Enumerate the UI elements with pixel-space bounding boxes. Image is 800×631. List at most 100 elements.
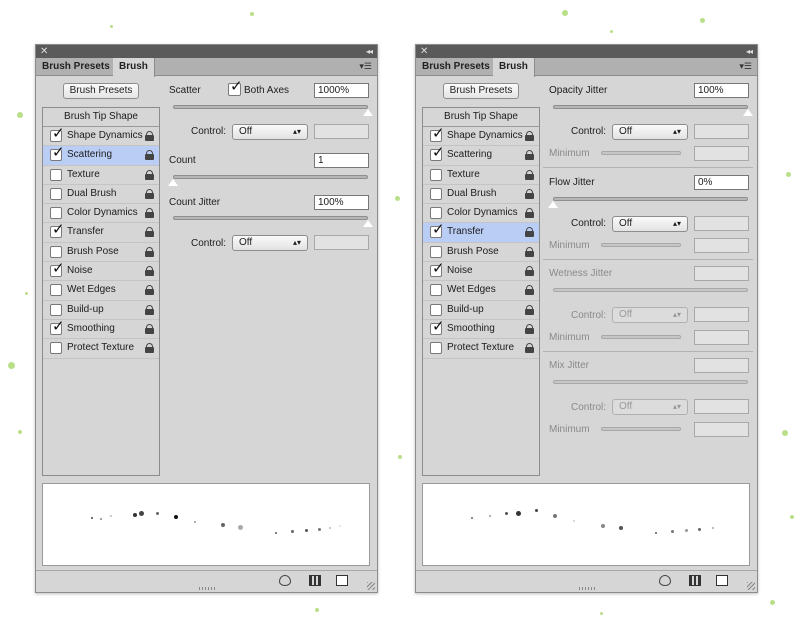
toggle-preview-icon[interactable] — [659, 575, 671, 586]
toggle-preview-icon[interactable] — [279, 575, 291, 586]
list-item[interactable]: Wet Edges — [43, 281, 159, 301]
count-input[interactable]: 1 — [314, 153, 369, 168]
grid-icon[interactable] — [689, 575, 701, 586]
enable-checkbox[interactable]: ✓ — [50, 222, 65, 239]
lock-icon[interactable] — [145, 266, 154, 277]
enable-checkbox[interactable] — [430, 207, 442, 220]
lock-icon[interactable] — [525, 323, 534, 334]
lock-icon[interactable] — [145, 227, 154, 238]
count-jitter-slider[interactable] — [173, 216, 368, 220]
panel-menu-icon[interactable]: ▾☰ — [739, 61, 752, 72]
tab-brush-presets[interactable]: Brush Presets — [416, 58, 497, 76]
opacity-jitter-slider[interactable] — [553, 105, 748, 109]
tab-brush-presets[interactable]: Brush Presets — [36, 58, 117, 76]
collapse-icon[interactable]: ◂◂ — [746, 45, 753, 58]
list-item[interactable]: Protect Texture — [43, 339, 159, 359]
flow-control-dropdown[interactable]: Off ▴▾ — [612, 216, 688, 232]
lock-icon[interactable] — [145, 208, 154, 219]
list-item[interactable]: Texture — [423, 166, 539, 185]
lock-icon[interactable] — [145, 188, 154, 199]
list-item[interactable]: ✓ Noise — [43, 261, 159, 282]
flow-jitter-slider-thumb[interactable] — [547, 200, 559, 209]
list-item[interactable]: Dual Brush — [43, 185, 159, 205]
enable-checkbox[interactable]: ✓ — [50, 145, 65, 162]
enable-checkbox[interactable]: ✓ — [430, 222, 445, 239]
lock-icon[interactable] — [525, 131, 534, 141]
brush-presets-button[interactable]: Brush Presets — [63, 83, 139, 99]
enable-checkbox[interactable] — [50, 342, 62, 355]
lock-icon[interactable] — [525, 285, 534, 296]
flow-jitter-input[interactable]: 0% — [694, 175, 749, 190]
lock-icon[interactable] — [145, 304, 154, 315]
new-preset-icon[interactable] — [716, 575, 728, 586]
brush-presets-button[interactable]: Brush Presets — [443, 83, 519, 99]
lock-icon[interactable] — [525, 304, 534, 315]
lock-icon[interactable] — [525, 188, 534, 199]
lock-icon[interactable] — [145, 246, 154, 257]
enable-checkbox[interactable] — [430, 284, 442, 297]
list-item[interactable]: Wet Edges — [423, 281, 539, 301]
close-icon[interactable]: ✕ — [420, 45, 428, 58]
list-item[interactable]: ✓ Scattering — [43, 145, 159, 166]
count-jitter-control-dropdown[interactable]: Off ▴▾ — [232, 235, 308, 251]
enable-checkbox[interactable] — [50, 168, 62, 181]
list-item[interactable]: ✓ Smoothing — [43, 319, 159, 340]
list-item[interactable]: ✓ Noise — [423, 261, 539, 282]
enable-checkbox[interactable] — [50, 303, 62, 316]
list-item[interactable]: ✓ Transfer — [423, 222, 539, 243]
tab-brush[interactable]: Brush — [493, 58, 535, 77]
enable-checkbox[interactable] — [430, 245, 442, 258]
enable-checkbox[interactable]: ✓ — [430, 126, 445, 142]
list-item[interactable]: Dual Brush — [423, 185, 539, 205]
lock-icon[interactable] — [525, 246, 534, 257]
enable-checkbox[interactable] — [430, 187, 442, 200]
lock-icon[interactable] — [145, 131, 154, 141]
lock-icon[interactable] — [525, 208, 534, 219]
lock-icon[interactable] — [145, 343, 154, 354]
panel-menu-icon[interactable]: ▾☰ — [359, 61, 372, 72]
scatter-control-dropdown[interactable]: Off ▴▾ — [232, 124, 308, 140]
enable-checkbox[interactable]: ✓ — [430, 145, 445, 162]
lock-icon[interactable] — [145, 285, 154, 296]
opacity-control-dropdown[interactable]: Off ▴▾ — [612, 124, 688, 140]
lock-icon[interactable] — [525, 150, 534, 161]
count-slider[interactable] — [173, 175, 368, 179]
enable-checkbox[interactable] — [430, 303, 442, 316]
enable-checkbox[interactable] — [50, 207, 62, 220]
collapse-icon[interactable]: ◂◂ — [366, 45, 373, 58]
count-jitter-slider-thumb[interactable] — [362, 219, 374, 228]
flow-jitter-slider[interactable] — [553, 197, 748, 201]
grid-icon[interactable] — [309, 575, 321, 586]
resize-grip-icon[interactable] — [367, 582, 375, 590]
lock-icon[interactable] — [525, 227, 534, 238]
both-axes-checkbox[interactable]: ✓ — [228, 79, 243, 96]
resize-grip-icon[interactable] — [747, 582, 755, 590]
opacity-jitter-input[interactable]: 100% — [694, 83, 749, 98]
enable-checkbox[interactable]: ✓ — [430, 261, 445, 278]
list-item[interactable]: ✓ Scattering — [423, 145, 539, 166]
list-item[interactable]: ✓ Smoothing — [423, 319, 539, 340]
lock-icon[interactable] — [145, 150, 154, 161]
opacity-jitter-slider-thumb[interactable] — [742, 108, 754, 117]
lock-icon[interactable] — [525, 169, 534, 180]
enable-checkbox[interactable]: ✓ — [430, 319, 445, 335]
list-item[interactable]: ✓ Transfer — [43, 222, 159, 243]
list-item[interactable]: Protect Texture — [423, 339, 539, 359]
enable-checkbox[interactable] — [50, 245, 62, 258]
resize-handle[interactable] — [578, 587, 595, 590]
enable-checkbox[interactable] — [430, 342, 442, 355]
enable-checkbox[interactable]: ✓ — [50, 126, 65, 142]
count-jitter-input[interactable]: 100% — [314, 195, 369, 210]
count-slider-thumb[interactable] — [167, 178, 179, 187]
list-item[interactable]: Texture — [43, 166, 159, 185]
enable-checkbox[interactable]: ✓ — [50, 319, 65, 335]
scatter-input[interactable]: 1000% — [314, 83, 369, 98]
enable-checkbox[interactable]: ✓ — [50, 261, 65, 278]
new-preset-icon[interactable] — [336, 575, 348, 586]
resize-handle[interactable] — [198, 587, 215, 590]
enable-checkbox[interactable] — [430, 168, 442, 181]
enable-checkbox[interactable] — [50, 187, 62, 200]
lock-icon[interactable] — [525, 343, 534, 354]
scatter-slider-thumb[interactable] — [362, 108, 374, 117]
lock-icon[interactable] — [145, 323, 154, 334]
